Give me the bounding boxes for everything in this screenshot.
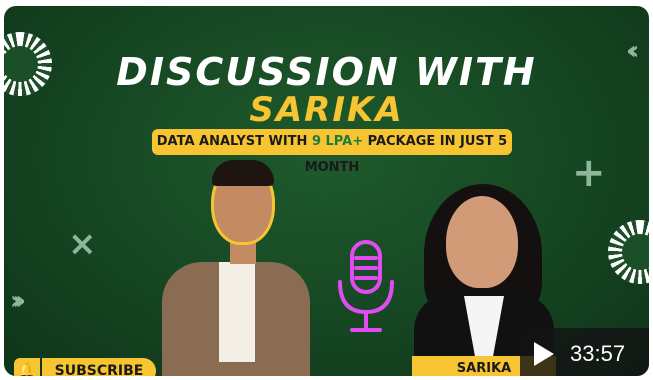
thumbnail-title-line2: SARIKA — [249, 90, 404, 130]
thumbnail-title-line1: DISCUSSION WITH — [116, 50, 537, 94]
thumbnail-subtitle: DATA ANALYST WITH 9 LPA+ PACKAGE IN JUST… — [152, 129, 512, 175]
host-person-shirt — [219, 262, 255, 362]
play-icon[interactable] — [534, 342, 554, 366]
microphone-icon — [338, 240, 394, 332]
subscribe-badge: 🔔 SUBSCRIBE — [14, 358, 156, 376]
duration-overlay[interactable]: 33:57 — [520, 328, 649, 376]
video-thumbnail[interactable]: ‹‹ ››› + × DISCUSSION WITH SARIKA DATA A… — [4, 6, 649, 376]
subtitle-part1: DATA ANALYST WITH — [156, 134, 312, 149]
chevron-right-icon: ››› — [10, 286, 26, 316]
x-decoration: × — [68, 224, 97, 264]
plus-decoration: + — [572, 150, 606, 196]
decorative-ring-right — [608, 220, 649, 284]
video-duration: 33:57 — [570, 341, 626, 366]
guest-person-face — [446, 196, 518, 288]
bell-icon: 🔔 — [14, 358, 40, 376]
subscribe-label: SUBSCRIBE — [42, 358, 156, 376]
host-person-hair — [212, 160, 274, 186]
subtitle-highlight: 9 LPA+ — [311, 134, 364, 149]
